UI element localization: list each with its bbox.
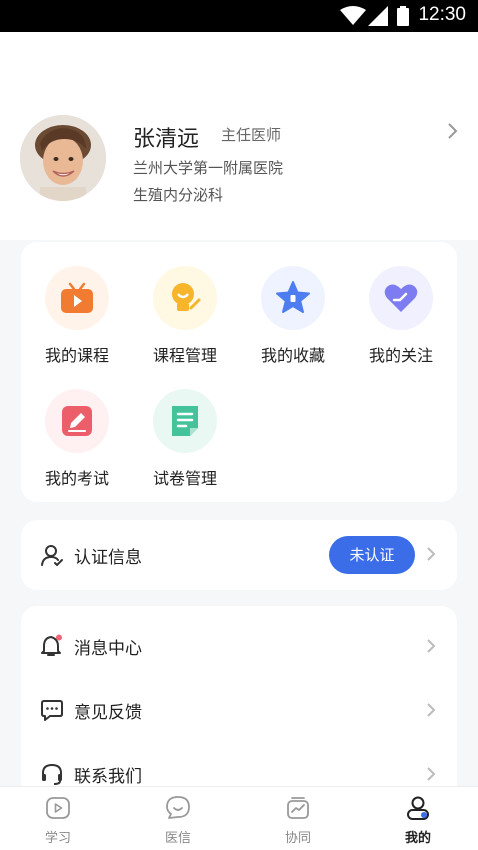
headset-icon	[42, 763, 62, 785]
hospital-name: 兰州大学第一附属医院	[133, 159, 284, 177]
person-icon	[407, 796, 429, 820]
profile-header[interactable]: 张清远 主任医师 兰州大学第一附属医院 生殖内分泌科	[0, 32, 478, 240]
my-exams-button[interactable]: 我的考试	[27, 389, 127, 489]
chart-box-icon	[287, 797, 309, 819]
grid-label: 我的收藏	[260, 346, 325, 365]
chevron-right-icon	[427, 547, 436, 561]
feature-grid: 我的课程 课程管理 我的收藏 我的关注 我的考试 试卷管理	[21, 242, 457, 502]
lightbulb-edit-icon	[172, 283, 201, 311]
tab-label: 我的	[404, 831, 431, 846]
chat-bubble-icon	[41, 700, 63, 721]
bell-icon	[41, 634, 62, 656]
menu-label: 消息中心	[74, 639, 142, 659]
tab-label: 协同	[284, 831, 311, 846]
signal-icon	[368, 6, 388, 26]
course-management-button[interactable]: 课程管理	[135, 266, 235, 366]
icon-bg	[45, 389, 109, 453]
my-follows-button[interactable]: 我的关注	[351, 266, 451, 366]
menu-list: 消息中心 意见反馈 联系我们	[21, 606, 457, 816]
tv-play-icon	[61, 282, 93, 313]
grid-label: 我的关注	[368, 346, 433, 365]
tab-mine[interactable]: 我的	[378, 795, 458, 846]
message-center-row[interactable]: 消息中心	[21, 614, 457, 678]
status-bar: 12:30	[0, 0, 478, 32]
doctor-name: 张清远	[133, 127, 200, 152]
icon-bg	[369, 266, 433, 330]
icon-bg	[153, 266, 217, 330]
tab-label: 医信	[164, 831, 191, 846]
menu-label: 意见反馈	[74, 703, 142, 723]
document-icon	[172, 406, 198, 436]
doctor-title: 主任医师	[221, 126, 282, 144]
battery-icon	[397, 6, 409, 26]
clock: 12:30	[418, 4, 466, 25]
star-icon	[276, 281, 310, 313]
certification-label: 认证信息	[74, 548, 142, 568]
menu-label: 联系我们	[74, 767, 142, 787]
certification-status-badge[interactable]: 未认证	[329, 536, 415, 574]
tab-study[interactable]: 学习	[18, 795, 98, 846]
avatar[interactable]	[20, 115, 106, 201]
tab-collaboration[interactable]: 协同	[258, 795, 338, 846]
chevron-right-icon	[427, 767, 436, 781]
feedback-row[interactable]: 意见反馈	[21, 678, 457, 742]
bottom-tab-bar: 学习 医信 协同 我的	[0, 786, 478, 850]
my-favorites-button[interactable]: 我的收藏	[243, 266, 343, 366]
icon-bg	[261, 266, 325, 330]
exam-paper-management-button[interactable]: 试卷管理	[135, 389, 235, 489]
my-courses-button[interactable]: 我的课程	[27, 266, 127, 366]
grid-label: 我的考试	[44, 469, 109, 488]
chevron-right-icon	[427, 703, 436, 717]
smile-bubble-icon	[166, 796, 190, 819]
wifi-icon	[340, 6, 366, 25]
chevron-right-icon	[427, 639, 436, 653]
pencil-icon	[62, 406, 92, 436]
chevron-right-icon	[448, 123, 458, 139]
department-name: 生殖内分泌科	[133, 186, 224, 204]
tab-messages[interactable]: 医信	[138, 795, 218, 846]
grid-label: 课程管理	[152, 346, 217, 365]
icon-bg	[153, 389, 217, 453]
play-circle-icon	[46, 797, 70, 819]
tab-label: 学习	[44, 831, 71, 846]
icon-bg	[45, 266, 109, 330]
heart-icon	[384, 284, 418, 312]
user-icon	[41, 545, 63, 566]
grid-label: 我的课程	[44, 346, 109, 365]
certification-row[interactable]: 认证信息 未认证	[21, 520, 457, 590]
grid-label: 试卷管理	[152, 469, 217, 488]
